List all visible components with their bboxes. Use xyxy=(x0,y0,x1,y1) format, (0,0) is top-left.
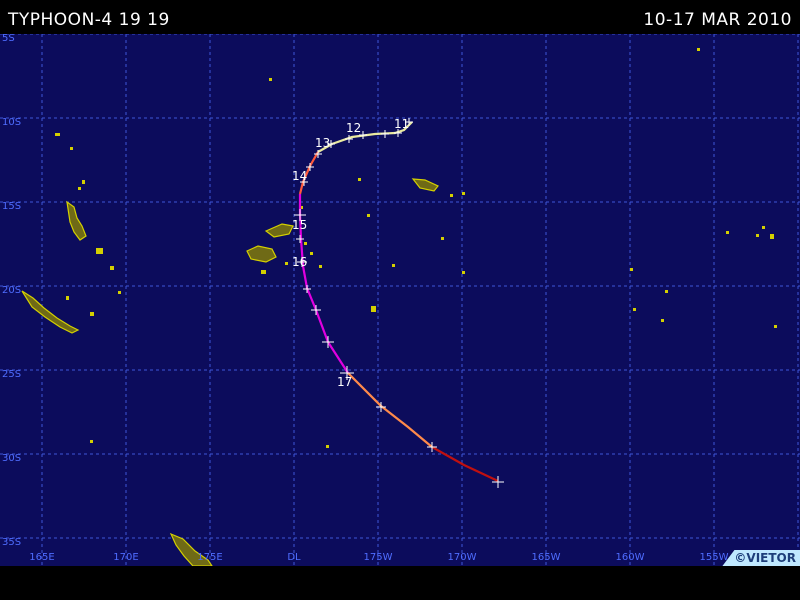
track-map: 11 12 13 14 15 16 17 5S 10S 15S 20S 25S … xyxy=(0,34,800,566)
longitude-label-155w: 155W xyxy=(699,552,729,563)
longitude-label-170w: 170W xyxy=(447,552,477,563)
latitude-label-25s: 25S xyxy=(2,369,22,380)
longitude-label-175w: 175W xyxy=(363,552,393,563)
day-label-14: 14 xyxy=(292,169,307,183)
storm-title: TYPHOON-4 19 19 xyxy=(8,10,170,30)
longitude-label-160w: 160W xyxy=(615,552,645,563)
longitude-label-175e: 175E xyxy=(197,552,223,563)
latitude-label-5s: 5S xyxy=(2,34,15,44)
latitude-label-10s: 10S xyxy=(2,117,22,128)
longitude-label-dateline: DL xyxy=(287,552,301,563)
longitude-label-170e: 170E xyxy=(113,552,139,563)
storm-track-map-window: TYPHOON-4 19 19 10-17 MAR 2010 11 12 13 … xyxy=(0,0,800,600)
latitude-label-20s: 20S xyxy=(2,285,22,296)
day-label-17: 17 xyxy=(337,375,352,389)
latitude-label-15s: 15S xyxy=(2,201,22,212)
day-label-12: 12 xyxy=(346,121,361,135)
footer-bar xyxy=(0,566,800,600)
longitude-label-165e: 165E xyxy=(29,552,55,563)
header-bar: TYPHOON-4 19 19 10-17 MAR 2010 xyxy=(0,0,800,34)
copyright-badge: ©VIETOR xyxy=(722,550,800,566)
latitude-label-35s: 35S xyxy=(2,537,22,548)
date-range: 10-17 MAR 2010 xyxy=(643,10,792,30)
map-canvas: 11 12 13 14 15 16 17 xyxy=(0,34,800,566)
day-label-11: 11 xyxy=(394,117,409,131)
longitude-label-165w: 165W xyxy=(531,552,561,563)
day-label-16: 16 xyxy=(292,255,307,269)
day-label-13: 13 xyxy=(315,136,330,150)
ocean-background xyxy=(0,34,800,566)
day-label-15: 15 xyxy=(292,218,307,232)
fiji-viti-levu xyxy=(246,245,277,263)
latitude-label-30s: 30S xyxy=(2,453,22,464)
